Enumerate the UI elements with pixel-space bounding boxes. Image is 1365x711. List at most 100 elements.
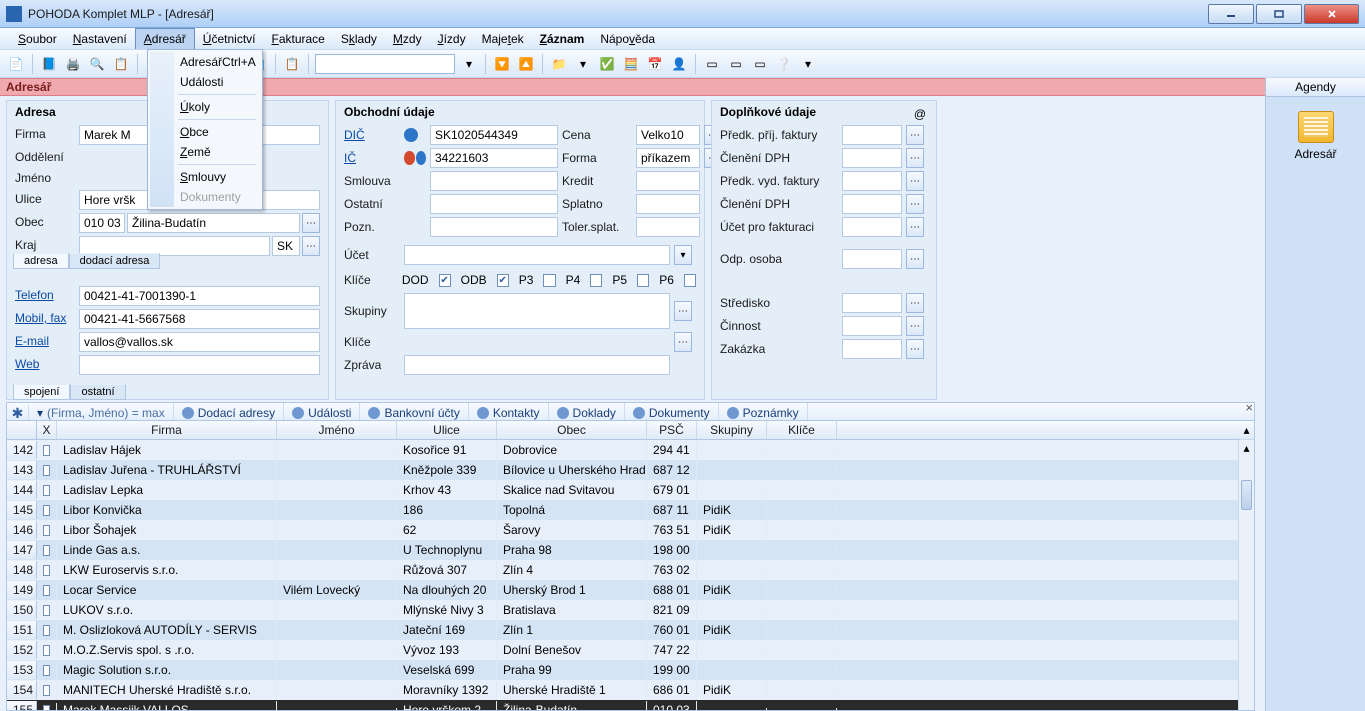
tool-icon[interactable]: 🔽 (492, 54, 512, 74)
close-button[interactable] (1304, 4, 1359, 24)
label-dic[interactable]: DIČ (344, 126, 400, 144)
tool-icon[interactable]: ❔ (774, 54, 794, 74)
ie-icon[interactable] (416, 151, 427, 165)
table-row[interactable]: 145Libor Konvička186Topolná687 11PidiK (7, 500, 1254, 520)
label-ic[interactable]: IČ (344, 149, 400, 167)
field-ucet[interactable] (404, 245, 670, 265)
tool-dropdown-icon[interactable]: ▾ (573, 54, 593, 74)
field-zak[interactable] (842, 339, 902, 359)
table-row[interactable]: 144Ladislav LepkaKrhov 43Skalice nad Svi… (7, 480, 1254, 500)
row-checkbox[interactable] (37, 443, 57, 458)
field-obec[interactable]: Žilina-Budatín (127, 213, 300, 233)
maximize-button[interactable] (1256, 4, 1302, 24)
tool-icon[interactable]: 🔍 (87, 54, 107, 74)
menu-adresar[interactable]: Adresář (135, 28, 195, 49)
row-checkbox[interactable] (37, 543, 57, 558)
dd-adresar[interactable]: AdresářCtrl+A (150, 52, 260, 72)
col-obec[interactable]: Obec (497, 421, 647, 439)
checkbox-p5[interactable] (637, 274, 649, 287)
row-checkbox[interactable] (37, 603, 57, 618)
row-checkbox[interactable] (37, 663, 57, 678)
menu-zaznam[interactable]: Záznam (532, 28, 593, 49)
field-pozn[interactable] (430, 217, 558, 237)
dd-ukoly[interactable]: Úkoly (150, 97, 260, 117)
dropdown-button[interactable]: ⋯ (906, 316, 924, 336)
label-telefon[interactable]: Telefon (15, 286, 75, 306)
menu-ucetnictvi[interactable]: Účetnictví (195, 28, 264, 49)
field-kraj-kod[interactable]: SK (272, 236, 300, 256)
field-forma[interactable]: příkazem (636, 148, 700, 168)
lookup-button[interactable]: ⋯ (674, 332, 692, 352)
field-obec-psc[interactable]: 010 03 (79, 213, 125, 233)
field-zprava[interactable] (404, 355, 670, 375)
checkbox-p3[interactable] (543, 274, 555, 287)
col-ulice[interactable]: Ulice (397, 421, 497, 439)
tool-icon[interactable]: 📄 (6, 54, 26, 74)
row-checkbox[interactable] (37, 503, 57, 518)
field-cinn[interactable] (842, 316, 902, 336)
tool-icon[interactable]: 📘 (39, 54, 59, 74)
tool-icon[interactable]: 📋 (111, 54, 131, 74)
menu-nastaveni[interactable]: Nastavení (65, 28, 135, 49)
field-telefon[interactable]: 00421-41-7001390-1 (79, 286, 320, 306)
tool-icon[interactable]: 📁 (549, 54, 569, 74)
dd-obce[interactable]: Obce (150, 122, 260, 142)
field-cdph1[interactable] (842, 148, 902, 168)
dropdown-button[interactable]: ⋯ (906, 249, 924, 269)
dropdown-button[interactable]: ⋯ (906, 339, 924, 359)
table-row[interactable]: 146Libor Šohajek62Šarovy763 51PidiK (7, 520, 1254, 540)
row-checkbox[interactable] (37, 583, 57, 598)
field-toler[interactable] (636, 217, 700, 237)
field-ostatni[interactable] (430, 194, 558, 214)
row-checkbox[interactable] (37, 683, 57, 698)
table-row[interactable]: 149Locar ServiceVilém LoveckýNa dlouhých… (7, 580, 1254, 600)
dd-zeme[interactable]: Země (150, 142, 260, 162)
lookup-button[interactable]: ⋯ (302, 236, 320, 256)
field-skupiny[interactable] (404, 293, 670, 329)
menu-mzdy[interactable]: Mzdy (385, 28, 430, 49)
menu-soubor[interactable]: Soubor (10, 28, 65, 49)
field-cdph2[interactable] (842, 194, 902, 214)
table-row[interactable]: 147Linde Gas a.s.U TechnoplynuPraha 9819… (7, 540, 1254, 560)
table-row[interactable]: 154MANITECH Uherské Hradiště s.r.o.Morav… (7, 680, 1254, 700)
minimize-button[interactable] (1208, 4, 1254, 24)
tool-icon[interactable]: ▭ (726, 54, 746, 74)
tool-dropdown-icon[interactable]: ▾ (459, 54, 479, 74)
row-checkbox[interactable] (37, 463, 57, 478)
table-row[interactable]: 153Magic Solution s.r.o.Veselská 699Prah… (7, 660, 1254, 680)
warn-icon[interactable] (404, 151, 415, 165)
tool-icon[interactable]: 📅 (645, 54, 665, 74)
tool-icon[interactable]: 🖨️ (63, 54, 83, 74)
row-checkbox[interactable] (37, 563, 57, 578)
tool-icon[interactable]: 🧮 (621, 54, 641, 74)
field-kredit[interactable] (636, 171, 700, 191)
tool-icon[interactable]: 📋 (282, 54, 302, 74)
dropdown-button[interactable]: ▾ (674, 245, 692, 265)
subtab-dodaci[interactable]: dodací adresa (69, 253, 161, 269)
row-checkbox[interactable] (37, 483, 57, 498)
checkbox-odb[interactable]: ✔ (497, 274, 509, 287)
field-cena[interactable]: Velko10 (636, 125, 700, 145)
tool-icon[interactable]: 👤 (669, 54, 689, 74)
label-email[interactable]: E-mail (15, 332, 75, 352)
subtab-spojeni[interactable]: spojení (13, 384, 70, 400)
field-odp[interactable] (842, 249, 902, 269)
menu-sklady[interactable]: Sklady (333, 28, 385, 49)
label-web[interactable]: Web (15, 355, 75, 375)
adresar-icon[interactable] (1298, 111, 1334, 143)
col-x[interactable]: X (37, 421, 57, 439)
table-row[interactable]: 142Ladislav HájekKosořice 91Dobrovice294… (7, 440, 1254, 460)
dropdown-button[interactable]: ⋯ (906, 194, 924, 214)
field-mobilfax[interactable]: 00421-41-5667568 (79, 309, 320, 329)
table-row[interactable]: 143Ladislav Juřena - TRUHLÁŘSTVÍKněžpole… (7, 460, 1254, 480)
close-detail-icon[interactable]: × (1245, 400, 1253, 415)
subtab-ostatni[interactable]: ostatní (70, 384, 125, 400)
col-klice[interactable]: Klíče (767, 421, 837, 439)
tool-icon[interactable]: ▭ (750, 54, 770, 74)
dropdown-button[interactable]: ⋯ (906, 293, 924, 313)
menu-majetek[interactable]: Majetek (474, 28, 532, 49)
menu-jizdy[interactable]: Jízdy (430, 28, 474, 49)
row-checkbox[interactable] (37, 623, 57, 638)
dropdown-button[interactable]: ⋯ (906, 148, 924, 168)
checkbox-p6[interactable] (684, 274, 696, 287)
